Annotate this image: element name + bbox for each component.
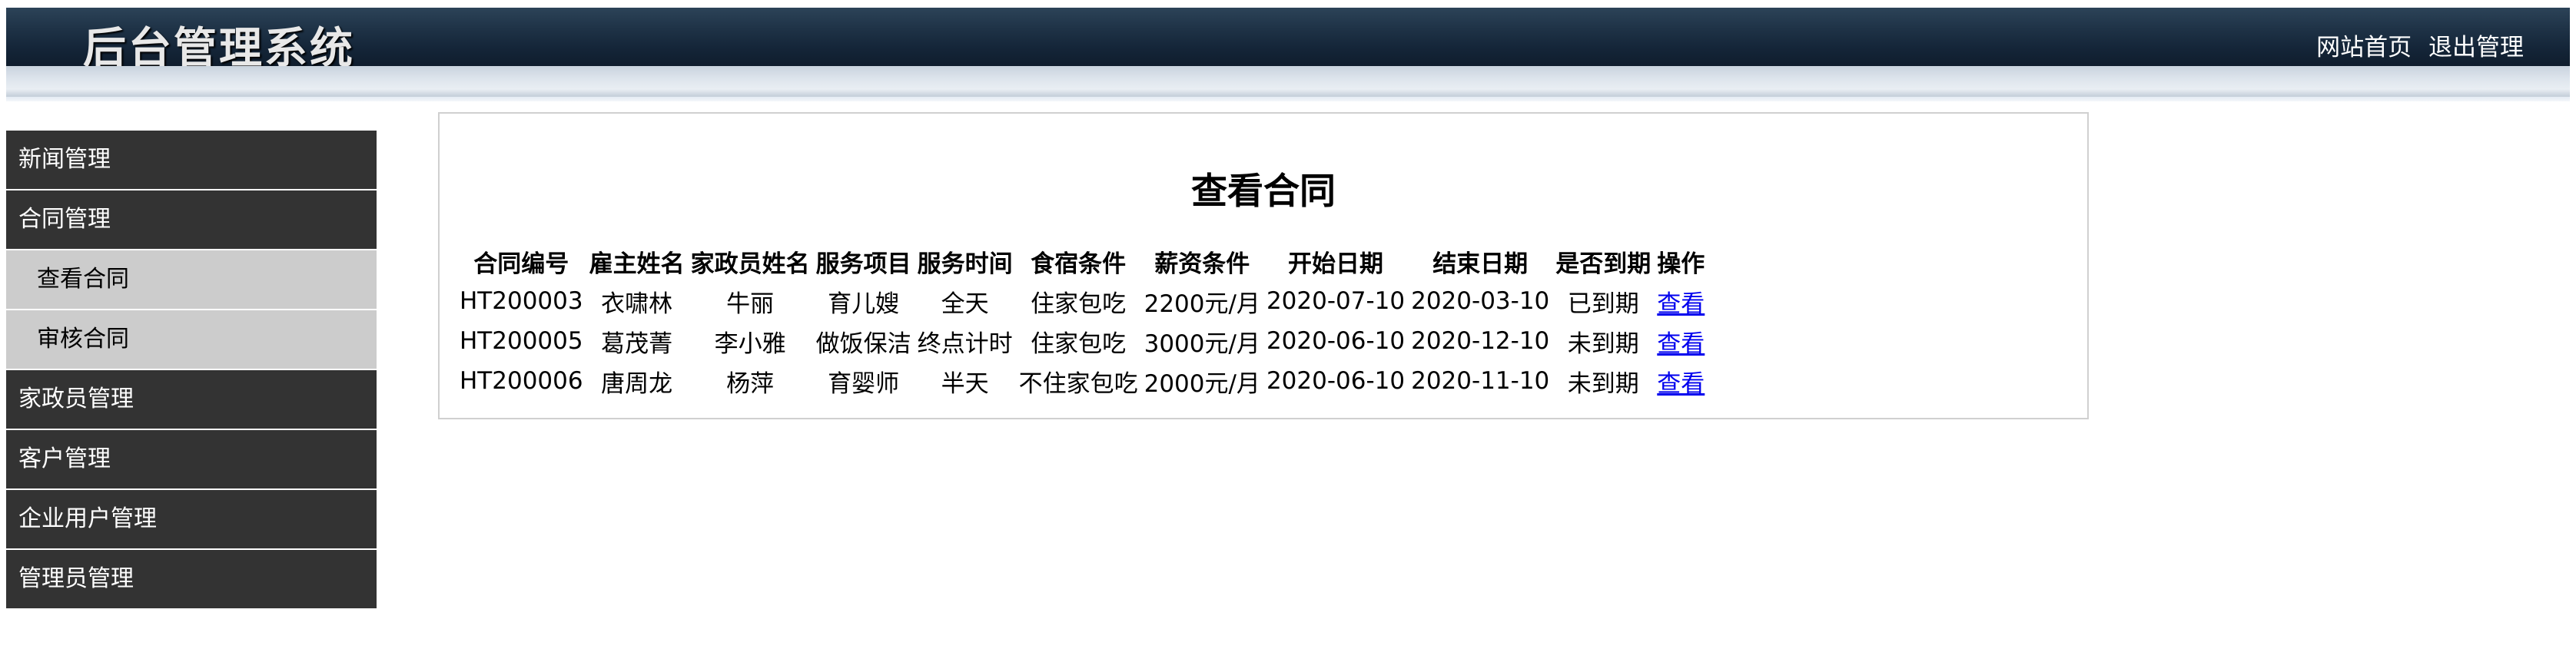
table-cell: 不住家包吃 (1018, 369, 1138, 398)
table-cell: 已到期 (1567, 290, 1639, 318)
column-header: 结束日期 (1432, 250, 1529, 278)
table-cell: HT200006 (460, 367, 583, 395)
column-header: 服务项目 (815, 250, 911, 278)
table-cell: 杨萍 (726, 369, 775, 398)
logout-link[interactable]: 退出管理 (2428, 34, 2524, 61)
table-cell: 住家包吃 (1031, 290, 1127, 318)
table-cell: 2020-11-10 (1411, 367, 1550, 395)
header-bar: 后台管理系统 网站首页 退出管理 (6, 8, 2570, 74)
top-links: 网站首页 退出管理 (2307, 28, 2524, 62)
column-header: 食宿条件 (1031, 250, 1127, 278)
table-cell: 育儿嫂 (828, 290, 900, 318)
table-cell: HT200005 (460, 327, 583, 355)
column-header: 操作 (1657, 250, 1705, 278)
table-cell: HT200003 (460, 287, 583, 315)
table-cell: 李小雅 (714, 330, 786, 358)
action-cell: 查看 (1654, 321, 1708, 361)
table-cell: 衣啸林 (601, 290, 673, 318)
column-header: 是否到期 (1555, 250, 1651, 278)
table-cell: 葛茂菁 (601, 330, 673, 358)
table-cell: 唐周龙 (601, 369, 673, 398)
sidebar-menu: 新闻管理 合同管理 查看合同 审核合同 家政员管理 客户管理 企业用户管理 管理… (6, 131, 377, 610)
contracts-table: 合同编号 雇主姓名 家政员姓名 服务项目 服务时间 食宿条件 薪资条件 开始日期… (456, 241, 1708, 401)
table-cell: 2200元/月 (1144, 290, 1260, 318)
column-header: 雇主姓名 (589, 250, 685, 278)
column-header: 开始日期 (1288, 250, 1384, 278)
table-cell: 未到期 (1567, 330, 1639, 358)
page-title: 查看合同 (1191, 171, 1336, 213)
action-cell: 查看 (1654, 361, 1708, 401)
table-cell: 牛丽 (726, 290, 775, 318)
table-cell: 2020-06-10 (1266, 367, 1406, 395)
table-cell: 住家包吃 (1031, 330, 1127, 358)
table-header-row: 合同编号 雇主姓名 家政员姓名 服务项目 服务时间 食宿条件 薪资条件 开始日期… (456, 241, 1708, 281)
table-cell: 2000元/月 (1144, 369, 1260, 398)
sidebar-item-enterprise-users[interactable]: 企业用户管理 (6, 490, 377, 550)
content-panel: 查看合同 合同编号 雇主姓名 家政员姓名 服务项目 服务时间 食宿条件 薪资条件… (438, 112, 2089, 419)
header-divider (6, 97, 2570, 101)
view-contract-link[interactable]: 查看 (1657, 370, 1705, 398)
sidebar-subitem-review-contracts[interactable]: 审核合同 (6, 310, 377, 370)
table-cell: 2020-12-10 (1411, 327, 1550, 355)
table-row: HT200003 衣啸林 牛丽 育儿嫂 全天 住家包吃 2200元/月 2020… (456, 281, 1708, 321)
table-cell: 2020-03-10 (1411, 287, 1550, 315)
header-subbar (6, 66, 2570, 97)
action-cell: 查看 (1654, 281, 1708, 321)
sidebar-item-news[interactable]: 新闻管理 (6, 131, 377, 190)
column-header: 服务时间 (917, 250, 1013, 278)
table-cell: 2020-07-10 (1266, 287, 1406, 315)
table-cell: 育婴师 (828, 369, 900, 398)
sidebar-subitem-view-contracts[interactable]: 查看合同 (6, 250, 377, 310)
page: 后台管理系统 网站首页 退出管理 新闻管理 合同管理 查看合同 审核合同 家政员… (0, 0, 2576, 659)
sidebar-item-customers[interactable]: 客户管理 (6, 430, 377, 490)
table-row: HT200006 唐周龙 杨萍 育婴师 半天 不住家包吃 2000元/月 202… (456, 361, 1708, 401)
table-cell: 未到期 (1567, 369, 1639, 398)
column-header: 家政员姓名 (690, 250, 810, 278)
sidebar-item-housekeepers[interactable]: 家政员管理 (6, 370, 377, 430)
sidebar-item-admins[interactable]: 管理员管理 (6, 550, 377, 610)
home-link[interactable]: 网站首页 (2316, 34, 2412, 61)
table-cell: 3000元/月 (1144, 330, 1260, 358)
table-cell: 半天 (941, 369, 989, 398)
table-cell: 做饭保洁 (815, 330, 911, 358)
table-cell: 2020-06-10 (1266, 327, 1406, 355)
table-cell: 终点计时 (917, 330, 1013, 358)
view-contract-link[interactable]: 查看 (1657, 290, 1705, 318)
view-contract-link[interactable]: 查看 (1657, 330, 1705, 358)
column-header: 薪资条件 (1154, 250, 1250, 278)
column-header: 合同编号 (473, 250, 569, 278)
table-cell: 全天 (941, 290, 989, 318)
table-row: HT200005 葛茂菁 李小雅 做饭保洁 终点计时 住家包吃 3000元/月 … (456, 321, 1708, 361)
sidebar-item-contracts[interactable]: 合同管理 (6, 190, 377, 250)
